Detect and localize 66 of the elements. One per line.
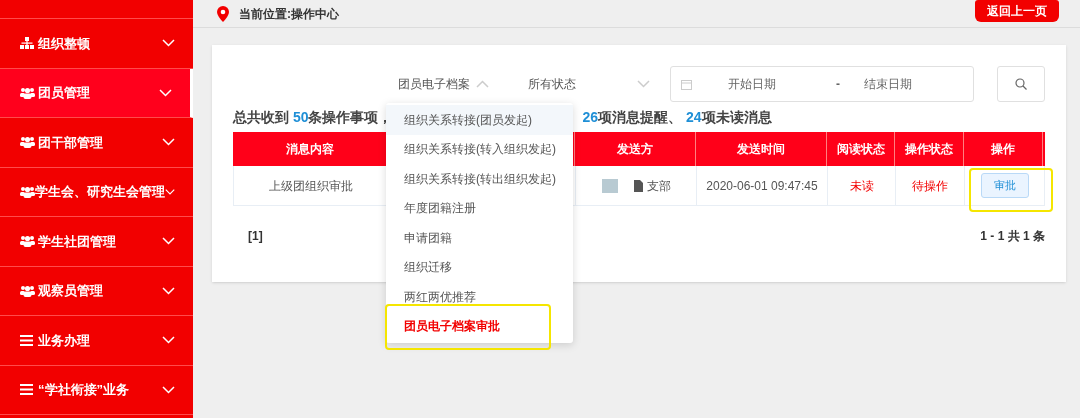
status-select[interactable]: 所有状态	[528, 75, 650, 93]
sidebar-label: 团干部管理	[38, 133, 104, 152]
dropdown-item[interactable]: 团员电子档案审批	[386, 311, 573, 341]
location-pin-icon	[217, 5, 229, 22]
column-header: 发送时间	[696, 132, 827, 166]
photo-placeholder	[601, 178, 618, 193]
sidebar-label: 团员管理	[38, 84, 91, 102]
dropdown-item[interactable]: 年度团籍注册	[386, 193, 573, 223]
sidebar-label: 学生会、研究生会管理	[35, 183, 165, 201]
pagination-pages[interactable]: [1]	[248, 227, 263, 245]
dropdown-item[interactable]: 组织关系转接(团员发起)	[386, 105, 573, 135]
search-icon	[1015, 78, 1027, 90]
chevron-down-icon	[162, 286, 175, 295]
dropdown-item[interactable]: 申请团籍	[386, 223, 573, 253]
category-select[interactable]: 团员电子档案	[398, 75, 528, 93]
table-cell: 未读	[828, 166, 896, 205]
org-tree-icon	[20, 37, 34, 50]
sidebar-item[interactable]: “学社衔接”业务	[0, 365, 193, 415]
dropdown-item[interactable]: 组织迁移	[386, 252, 573, 282]
menu-icon	[20, 384, 33, 396]
approve-button[interactable]: 审批	[980, 173, 1029, 198]
chevron-down-icon	[165, 187, 175, 196]
sidebar-label: 业务办理	[38, 331, 91, 350]
chevron-down-icon	[162, 39, 175, 48]
document-icon	[633, 179, 643, 192]
sidebar-item[interactable]: 团员管理	[0, 68, 193, 118]
sidebar-item[interactable]: 观察员管理	[0, 266, 193, 316]
chevron-down-icon	[162, 237, 175, 246]
chevron-down-icon	[159, 88, 172, 97]
sidebar-label: “学社衔接”业务	[38, 381, 130, 399]
chevron-down-icon	[162, 336, 175, 345]
users-icon	[20, 284, 35, 297]
users-icon	[20, 86, 35, 99]
chevron-down-icon	[162, 138, 175, 147]
sidebar-item[interactable]: 业务办理	[0, 316, 193, 366]
summary-text: 26项消息提醒、 24项未读消息	[582, 107, 772, 127]
column-header: 操作	[964, 132, 1043, 166]
dropdown-item[interactable]: 组织关系转接(转出组织发起)	[386, 164, 573, 194]
column-header: 阅读状态	[827, 132, 895, 166]
sidebar-label: 观察员管理	[38, 282, 104, 300]
calendar-icon	[681, 78, 692, 90]
sidebar-item[interactable]: 学生会、研究生会管理	[0, 167, 193, 217]
chevron-down-icon	[162, 385, 175, 394]
breadcrumb-text: 当前位置:操作中心	[239, 5, 339, 23]
column-header: 发送方	[575, 132, 696, 166]
dropdown-item[interactable]: 组织关系转接(转入组织发起)	[386, 134, 573, 164]
dropdown-item[interactable]: 两红两优推荐	[386, 282, 573, 312]
search-button[interactable]	[997, 66, 1045, 102]
users-icon	[20, 235, 35, 248]
users-icon	[20, 136, 35, 149]
sidebar-item[interactable]: 组织整顿	[0, 19, 193, 69]
users-icon	[20, 185, 35, 198]
sidebar-label: 组织整顿	[38, 34, 91, 53]
table-cell: 2020-06-01 09:47:45	[697, 166, 828, 205]
table-cell: 待操作	[896, 166, 965, 205]
back-button[interactable]: 返回上一页	[975, 0, 1059, 22]
table-cell: 支部	[576, 166, 697, 205]
menu-icon	[20, 334, 33, 346]
sidebar-item[interactable]: 团干部管理	[0, 118, 193, 168]
sidebar-item[interactable]: 学生社团管理	[0, 217, 193, 267]
pagination-range: 1 - 1 共 1 条	[980, 228, 1045, 245]
column-header: 操作状态	[895, 132, 964, 166]
chevron-up-icon	[476, 80, 489, 88]
date-range-field[interactable]: 开始日期 - 结束日期	[670, 66, 974, 102]
sidebar-label: 学生社团管理	[38, 232, 117, 251]
chevron-down-icon	[637, 80, 650, 88]
